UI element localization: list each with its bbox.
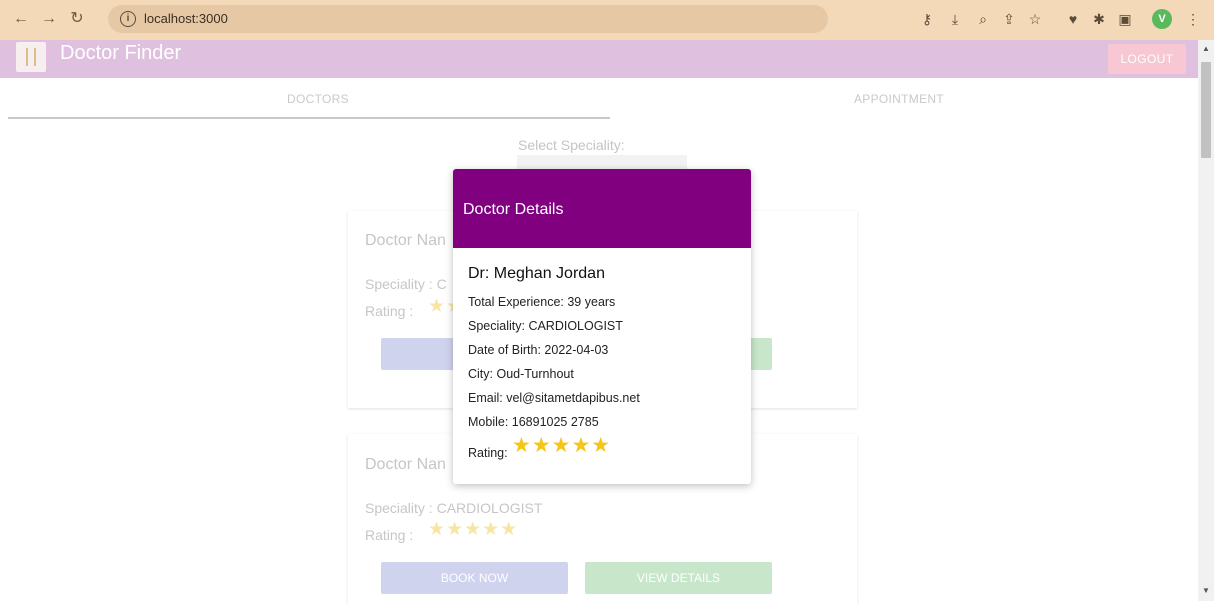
- doctor-experience: Total Experience: 39 years: [468, 295, 616, 309]
- page-scrollbar[interactable]: ▲ ▼: [1198, 40, 1214, 601]
- info-icon[interactable]: i: [120, 11, 136, 27]
- doctor-card-speciality: Speciality : C: [365, 276, 447, 292]
- app-title: Doctor Finder: [60, 42, 182, 64]
- scroll-thumb[interactable]: [1201, 62, 1211, 158]
- view-details-button[interactable]: VIEW DETAILS: [585, 562, 772, 594]
- stethoscope-icon: [26, 48, 36, 66]
- doctor-rating-stars: ★★★★★: [512, 434, 612, 457]
- key-icon[interactable]: ⚷: [918, 10, 936, 28]
- doctor-email: Email: vel@sitametdapibus.net: [468, 391, 640, 405]
- speciality-select-label: Select Speciality:: [518, 137, 625, 153]
- extension-heart-icon[interactable]: ♥: [1064, 10, 1082, 28]
- scroll-up-icon[interactable]: ▲: [1202, 44, 1210, 53]
- doctor-card-rating-label: Rating :: [365, 527, 414, 543]
- bookmark-star-icon[interactable]: ☆: [1026, 10, 1044, 28]
- zoom-icon[interactable]: ⌕: [974, 10, 992, 28]
- reload-icon[interactable]: ↻: [68, 10, 86, 28]
- modal-header: Doctor Details: [453, 169, 751, 248]
- menu-dots-icon[interactable]: ⋮: [1184, 10, 1202, 28]
- book-now-button[interactable]: BOOK NOW: [381, 562, 568, 594]
- app-header: Doctor Finder LOGOUT: [0, 40, 1198, 78]
- puzzle-icon[interactable]: ✱: [1090, 10, 1108, 28]
- forward-arrow-icon[interactable]: →: [40, 10, 58, 28]
- tab-appointment[interactable]: APPOINTMENT: [854, 92, 944, 106]
- doctor-mobile: Mobile: 16891025 2785: [468, 415, 599, 429]
- doctor-dob: Date of Birth: 2022-04-03: [468, 343, 609, 357]
- doctor-city: City: Oud-Turnhout: [468, 367, 574, 381]
- address-bar[interactable]: i localhost:3000: [108, 5, 828, 33]
- tab-doctors[interactable]: DOCTORS: [287, 92, 349, 106]
- active-tab-indicator: [8, 117, 610, 119]
- profile-avatar[interactable]: V: [1152, 9, 1172, 29]
- doctor-name: Dr: Meghan Jordan: [468, 265, 605, 282]
- back-arrow-icon[interactable]: ←: [12, 10, 30, 28]
- install-icon[interactable]: ⤓: [946, 10, 964, 28]
- browser-toolbar: ← → ↻ i localhost:3000 ⚷ ⤓ ⌕ ⇪ ☆ ♥ ✱ ▣ V…: [0, 0, 1214, 40]
- side-panel-icon[interactable]: ▣: [1116, 10, 1134, 28]
- scroll-down-icon[interactable]: ▼: [1202, 586, 1210, 595]
- app-logo: [16, 42, 46, 72]
- doctor-rating-label: Rating:: [468, 446, 508, 460]
- doctor-card-name: Doctor Nan: [365, 456, 446, 473]
- doctor-card-name: Doctor Nan: [365, 232, 446, 249]
- share-icon[interactable]: ⇪: [1000, 10, 1018, 28]
- doctor-card-speciality: Speciality : CARDIOLOGIST: [365, 500, 543, 516]
- speciality-select[interactable]: [517, 155, 687, 169]
- url-text: localhost:3000: [144, 11, 228, 26]
- doctor-speciality: Speciality: CARDIOLOGIST: [468, 319, 623, 333]
- doctor-details-modal: Doctor Details Dr: Meghan Jordan Total E…: [453, 169, 751, 484]
- doctor-card-rating-label: Rating :: [365, 303, 414, 319]
- doctor-card-rating-stars: ★★★★★: [428, 519, 519, 540]
- logout-button[interactable]: LOGOUT: [1108, 44, 1186, 74]
- modal-title: Doctor Details: [463, 201, 564, 218]
